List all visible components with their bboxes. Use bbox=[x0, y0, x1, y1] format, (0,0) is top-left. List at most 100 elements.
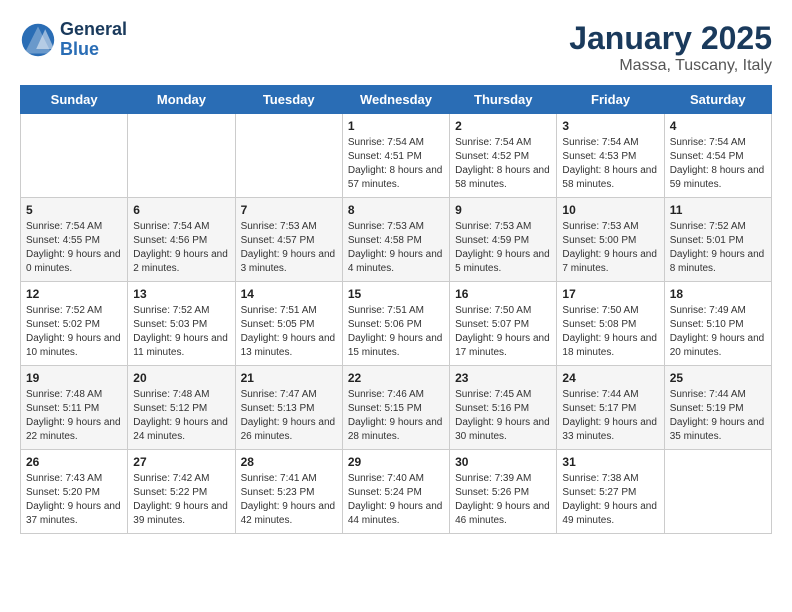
cell-info: Sunrise: 7:54 AM Sunset: 4:55 PM Dayligh… bbox=[26, 220, 122, 276]
day-number: 30 bbox=[455, 455, 551, 469]
cell-info: Sunrise: 7:53 AM Sunset: 5:00 PM Dayligh… bbox=[562, 220, 658, 276]
calendar-cell: 3Sunrise: 7:54 AM Sunset: 4:53 PM Daylig… bbox=[557, 114, 664, 198]
cell-info: Sunrise: 7:49 AM Sunset: 5:10 PM Dayligh… bbox=[670, 304, 766, 360]
day-number: 29 bbox=[348, 455, 444, 469]
calendar-cell: 10 Sunrise: 7:53 AM Sunset: 5:00 PM Dayli… bbox=[557, 198, 664, 282]
day-number: 19 bbox=[26, 371, 122, 385]
calendar-cell: 26 Sunrise: 7:43 AM Sunset: 5:20 PM Dayli… bbox=[21, 450, 128, 534]
day-header-sunday: Sunday bbox=[21, 86, 128, 114]
calendar-cell: 27 Sunrise: 7:42 AM Sunset: 5:22 PM Dayli… bbox=[128, 450, 235, 534]
cell-info: Sunrise: 7:50 AM Sunset: 5:07 PM Dayligh… bbox=[455, 304, 551, 360]
calendar-cell: 18 Sunrise: 7:49 AM Sunset: 5:10 PM Dayli… bbox=[664, 282, 771, 366]
calendar-cell: 14Sunrise: 7:51 AM Sunset: 5:05 PM Dayli… bbox=[235, 282, 342, 366]
day-number: 11 bbox=[670, 203, 766, 217]
cell-info: Sunrise: 7:39 AM Sunset: 5:26 PM Dayligh… bbox=[455, 472, 551, 528]
calendar-cell: 9Sunrise: 7:53 AM Sunset: 4:59 PM Daylig… bbox=[450, 198, 557, 282]
calendar-cell: 7 Sunrise: 7:53 AM Sunset: 4:57 PM Daylig… bbox=[235, 198, 342, 282]
calendar-cell: 1 Sunrise: 7:54 AM Sunset: 4:51 PM Daylig… bbox=[342, 114, 449, 198]
calendar-cell: 25 Sunrise: 7:44 AM Sunset: 5:19 PM Dayli… bbox=[664, 366, 771, 450]
day-number: 25 bbox=[670, 371, 766, 385]
day-header-saturday: Saturday bbox=[664, 86, 771, 114]
day-number: 18 bbox=[670, 287, 766, 301]
calendar-table: SundayMondayTuesdayWednesdayThursdayFrid… bbox=[20, 85, 772, 534]
week-row-4: 19Sunrise: 7:48 AM Sunset: 5:11 PM Dayli… bbox=[21, 366, 772, 450]
day-number: 12 bbox=[26, 287, 122, 301]
cell-info: Sunrise: 7:42 AM Sunset: 5:22 PM Dayligh… bbox=[133, 472, 229, 528]
day-header-wednesday: Wednesday bbox=[342, 86, 449, 114]
day-number: 6 bbox=[133, 203, 229, 217]
day-number: 1 bbox=[348, 119, 444, 133]
day-number: 8 bbox=[348, 203, 444, 217]
day-number: 9 bbox=[455, 203, 551, 217]
week-row-3: 12 Sunrise: 7:52 AM Sunset: 5:02 PM Dayli… bbox=[21, 282, 772, 366]
cell-info: Sunrise: 7:52 AM Sunset: 5:02 PM Dayligh… bbox=[26, 304, 122, 360]
calendar-title: January 2025 bbox=[569, 20, 772, 57]
day-number: 22 bbox=[348, 371, 444, 385]
calendar-cell bbox=[21, 114, 128, 198]
calendar-cell bbox=[664, 450, 771, 534]
cell-info: Sunrise: 7:44 AM Sunset: 5:17 PM Dayligh… bbox=[562, 388, 658, 444]
calendar-cell: 28Sunrise: 7:41 AM Sunset: 5:23 PM Dayli… bbox=[235, 450, 342, 534]
day-number: 27 bbox=[133, 455, 229, 469]
calendar-cell: 13Sunrise: 7:52 AM Sunset: 5:03 PM Dayli… bbox=[128, 282, 235, 366]
day-number: 13 bbox=[133, 287, 229, 301]
day-number: 26 bbox=[26, 455, 122, 469]
calendar-cell: 12 Sunrise: 7:52 AM Sunset: 5:02 PM Dayli… bbox=[21, 282, 128, 366]
cell-info: Sunrise: 7:51 AM Sunset: 5:05 PM Dayligh… bbox=[241, 304, 337, 360]
cell-info: Sunrise: 7:45 AM Sunset: 5:16 PM Dayligh… bbox=[455, 388, 551, 444]
week-row-5: 26 Sunrise: 7:43 AM Sunset: 5:20 PM Dayli… bbox=[21, 450, 772, 534]
week-row-1: 1 Sunrise: 7:54 AM Sunset: 4:51 PM Daylig… bbox=[21, 114, 772, 198]
day-number: 4 bbox=[670, 119, 766, 133]
logo-icon bbox=[20, 22, 56, 58]
calendar-cell: 17Sunrise: 7:50 AM Sunset: 5:08 PM Dayli… bbox=[557, 282, 664, 366]
calendar-cell: 8Sunrise: 7:53 AM Sunset: 4:58 PM Daylig… bbox=[342, 198, 449, 282]
calendar-cell: 16Sunrise: 7:50 AM Sunset: 5:07 PM Dayli… bbox=[450, 282, 557, 366]
calendar-cell: 5Sunrise: 7:54 AM Sunset: 4:55 PM Daylig… bbox=[21, 198, 128, 282]
day-header-friday: Friday bbox=[557, 86, 664, 114]
calendar-cell: 30 Sunrise: 7:39 AM Sunset: 5:26 PM Dayli… bbox=[450, 450, 557, 534]
page-header: General Blue January 2025 Massa, Tuscany… bbox=[20, 20, 772, 75]
day-number: 31 bbox=[562, 455, 658, 469]
calendar-body: 1 Sunrise: 7:54 AM Sunset: 4:51 PM Daylig… bbox=[21, 114, 772, 534]
calendar-cell: 23 Sunrise: 7:45 AM Sunset: 5:16 PM Dayli… bbox=[450, 366, 557, 450]
calendar-cell: 19Sunrise: 7:48 AM Sunset: 5:11 PM Dayli… bbox=[21, 366, 128, 450]
calendar-cell: 24 Sunrise: 7:44 AM Sunset: 5:17 PM Dayli… bbox=[557, 366, 664, 450]
calendar-cell: 2Sunrise: 7:54 AM Sunset: 4:52 PM Daylig… bbox=[450, 114, 557, 198]
calendar-cell: 29 Sunrise: 7:40 AM Sunset: 5:24 PM Dayli… bbox=[342, 450, 449, 534]
cell-info: Sunrise: 7:41 AM Sunset: 5:23 PM Dayligh… bbox=[241, 472, 337, 528]
calendar-cell: 4Sunrise: 7:54 AM Sunset: 4:54 PM Daylig… bbox=[664, 114, 771, 198]
cell-info: Sunrise: 7:44 AM Sunset: 5:19 PM Dayligh… bbox=[670, 388, 766, 444]
day-number: 20 bbox=[133, 371, 229, 385]
cell-info: Sunrise: 7:40 AM Sunset: 5:24 PM Dayligh… bbox=[348, 472, 444, 528]
cell-info: Sunrise: 7:51 AM Sunset: 5:06 PM Dayligh… bbox=[348, 304, 444, 360]
cell-info: Sunrise: 7:53 AM Sunset: 4:57 PM Dayligh… bbox=[241, 220, 337, 276]
day-number: 21 bbox=[241, 371, 337, 385]
day-header-tuesday: Tuesday bbox=[235, 86, 342, 114]
calendar-cell: 6 Sunrise: 7:54 AM Sunset: 4:56 PM Daylig… bbox=[128, 198, 235, 282]
day-number: 3 bbox=[562, 119, 658, 133]
calendar-subtitle: Massa, Tuscany, Italy bbox=[569, 57, 772, 75]
cell-info: Sunrise: 7:52 AM Sunset: 5:01 PM Dayligh… bbox=[670, 220, 766, 276]
days-of-week-row: SundayMondayTuesdayWednesdayThursdayFrid… bbox=[21, 86, 772, 114]
cell-info: Sunrise: 7:38 AM Sunset: 5:27 PM Dayligh… bbox=[562, 472, 658, 528]
calendar-cell: 31 Sunrise: 7:38 AM Sunset: 5:27 PM Dayli… bbox=[557, 450, 664, 534]
cell-info: Sunrise: 7:54 AM Sunset: 4:51 PM Dayligh… bbox=[348, 136, 444, 192]
day-number: 24 bbox=[562, 371, 658, 385]
logo-text: General Blue bbox=[60, 20, 127, 60]
cell-info: Sunrise: 7:46 AM Sunset: 5:15 PM Dayligh… bbox=[348, 388, 444, 444]
day-number: 7 bbox=[241, 203, 337, 217]
calendar-cell bbox=[235, 114, 342, 198]
title-block: January 2025 Massa, Tuscany, Italy bbox=[569, 20, 772, 75]
day-number: 15 bbox=[348, 287, 444, 301]
cell-info: Sunrise: 7:54 AM Sunset: 4:52 PM Dayligh… bbox=[455, 136, 551, 192]
calendar-cell: 21Sunrise: 7:47 AM Sunset: 5:13 PM Dayli… bbox=[235, 366, 342, 450]
calendar-cell: 15 Sunrise: 7:51 AM Sunset: 5:06 PM Dayli… bbox=[342, 282, 449, 366]
day-number: 23 bbox=[455, 371, 551, 385]
cell-info: Sunrise: 7:43 AM Sunset: 5:20 PM Dayligh… bbox=[26, 472, 122, 528]
logo: General Blue bbox=[20, 20, 127, 60]
week-row-2: 5Sunrise: 7:54 AM Sunset: 4:55 PM Daylig… bbox=[21, 198, 772, 282]
day-number: 10 bbox=[562, 203, 658, 217]
cell-info: Sunrise: 7:54 AM Sunset: 4:56 PM Dayligh… bbox=[133, 220, 229, 276]
cell-info: Sunrise: 7:48 AM Sunset: 5:12 PM Dayligh… bbox=[133, 388, 229, 444]
day-header-monday: Monday bbox=[128, 86, 235, 114]
